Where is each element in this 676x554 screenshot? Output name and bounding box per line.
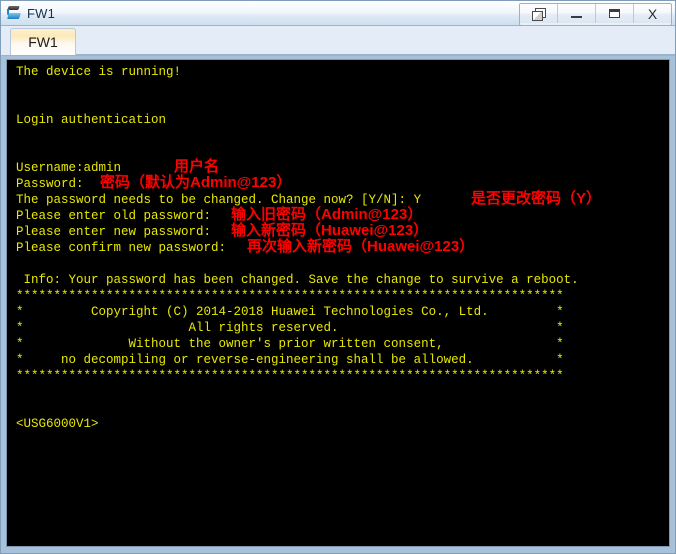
terminal-line-text: Info: Your password has been changed. Sa… xyxy=(16,273,579,287)
terminal-line-text: Please confirm new password: xyxy=(16,241,227,255)
terminal-line-text: Login authentication xyxy=(16,113,167,127)
terminal-line-text: * Copyright (C) 2014-2018 Huawei Technol… xyxy=(16,305,564,319)
terminal-line: Info: Your password has been changed. Sa… xyxy=(16,272,669,288)
terminal-line-text: * no decompiling or reverse-engineering … xyxy=(16,353,564,367)
minimize-icon xyxy=(571,16,582,18)
annotation-text: 输入新密码（Huawei@123） xyxy=(231,222,429,239)
terminal-line-text xyxy=(16,97,24,111)
terminal-line-text xyxy=(16,129,24,143)
terminal-line-text: Username:admin xyxy=(16,161,122,175)
annotation-text: 用户名 xyxy=(174,158,220,175)
device-icon xyxy=(6,5,23,22)
close-button[interactable]: X xyxy=(634,4,671,23)
close-icon: X xyxy=(647,5,658,22)
terminal-line-text: Password: xyxy=(16,177,92,191)
terminal-line-text xyxy=(16,145,24,159)
restore-icon xyxy=(532,7,546,21)
annotation-text: 是否更改密码（Y） xyxy=(471,190,602,207)
maximize-button[interactable] xyxy=(596,4,634,23)
terminal-line-text: * Without the owner's prior written cons… xyxy=(16,337,564,351)
tab-strip: FW1 xyxy=(1,26,675,56)
minimize-button[interactable] xyxy=(558,4,596,23)
terminal-line-text: Please enter old password: xyxy=(16,209,212,223)
terminal-line xyxy=(16,144,669,160)
tab-label: FW1 xyxy=(28,34,58,50)
terminal-line: Please confirm new password: 再次输入新密码（Huaw… xyxy=(16,238,669,256)
terminal-line-text xyxy=(16,401,24,415)
annotation-text: 输入旧密码（Admin@123） xyxy=(231,206,423,223)
annotation-text: 密码（默认为Admin@123） xyxy=(100,174,292,191)
restore-window-button[interactable] xyxy=(520,4,558,23)
terminal-line xyxy=(16,256,669,272)
terminal-line: ****************************************… xyxy=(16,368,669,384)
terminal-line-text xyxy=(16,385,24,399)
terminal-line-text: The device is running! xyxy=(16,65,182,79)
terminal-line: * Copyright (C) 2014-2018 Huawei Technol… xyxy=(16,304,669,320)
terminal-line: * no decompiling or reverse-engineering … xyxy=(16,352,669,368)
terminal-line xyxy=(16,384,669,400)
terminal-line-text: Please enter new password: xyxy=(16,225,212,239)
terminal-line-text: * All rights reserved. * xyxy=(16,321,564,335)
terminal-line: * All rights reserved. * xyxy=(16,320,669,336)
window-controls: X xyxy=(519,3,672,26)
terminal-line xyxy=(16,128,669,144)
window-title: FW1 xyxy=(27,5,56,21)
terminal-line: <USG6000V1> xyxy=(16,416,669,432)
terminal-line: ****************************************… xyxy=(16,288,669,304)
terminal-line: Login authentication xyxy=(16,112,669,128)
terminal-line: The device is running! xyxy=(16,64,669,80)
terminal-line-text: <USG6000V1> xyxy=(16,417,99,431)
terminal-line xyxy=(16,400,669,416)
tab-strip-filler xyxy=(76,28,675,55)
terminal-line-text xyxy=(16,81,24,95)
annotation-text: 再次输入新密码（Huawei@123） xyxy=(247,238,475,255)
terminal-line: * Without the owner's prior written cons… xyxy=(16,336,669,352)
title-bar: FW1 X xyxy=(1,1,675,26)
ensp-cli-window: FW1 X FW1 The device is running! Login a… xyxy=(0,0,676,554)
terminal-line xyxy=(16,96,669,112)
tab-fw1[interactable]: FW1 xyxy=(10,28,76,55)
terminal-container: The device is running! Login authenticat… xyxy=(1,56,675,553)
terminal-line-text xyxy=(16,257,24,271)
terminal-line-text: The password needs to be changed. Change… xyxy=(16,193,422,207)
terminal-line-text: ****************************************… xyxy=(16,369,564,383)
terminal-line-text: ****************************************… xyxy=(16,289,564,303)
maximize-icon xyxy=(609,9,620,18)
terminal-output[interactable]: The device is running! Login authenticat… xyxy=(6,59,670,547)
terminal-line xyxy=(16,80,669,96)
